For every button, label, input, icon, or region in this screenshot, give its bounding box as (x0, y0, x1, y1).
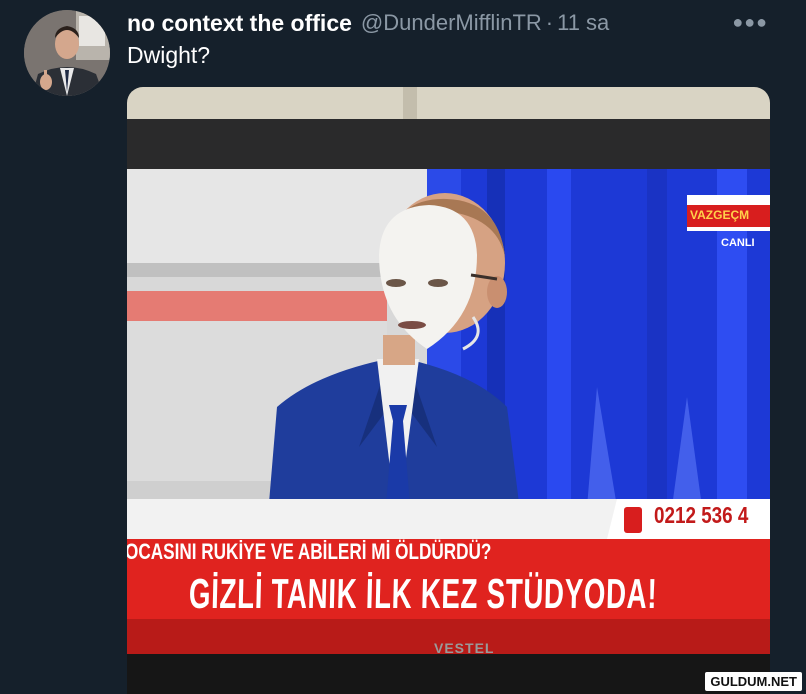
tv-ticker-line-2: GİZLİ TANIK İLK KEZ STÜDYODA! (188, 570, 658, 617)
tweet-timestamp[interactable]: 11 sa (557, 10, 609, 36)
more-horizontal-icon[interactable]: ●●● (732, 12, 768, 33)
tv-phone-number: 0212 536 4 (654, 502, 749, 528)
watermark: GULDUM.NET (705, 672, 802, 691)
tv-badge-name: DİDEM ARSLAN YILMAZ (690, 198, 770, 205)
tv-live-label: CANLI (721, 237, 755, 249)
tv-brand-logo: VESTEL (434, 640, 495, 656)
tv-ticker-line-1: OCASINI RUKİYE VE ABİLERİ Mİ ÖLDÜRDÜ? (127, 539, 492, 564)
avatar[interactable] (24, 10, 110, 96)
tv-badge-title: VAZGEÇM (690, 208, 750, 222)
tweet-header: no context the office @DunderMifflinTR ·… (127, 8, 782, 38)
display-name[interactable]: no context the office (127, 10, 352, 37)
tweet-text: Dwight? (127, 42, 211, 68)
user-handle[interactable]: @DunderMifflinTR (361, 10, 542, 36)
tweet-media-image[interactable]: DİDEM ARSLAN YILMAZ VAZGEÇM CANLI 0212 5… (127, 87, 770, 694)
separator-dot: · (545, 10, 554, 35)
